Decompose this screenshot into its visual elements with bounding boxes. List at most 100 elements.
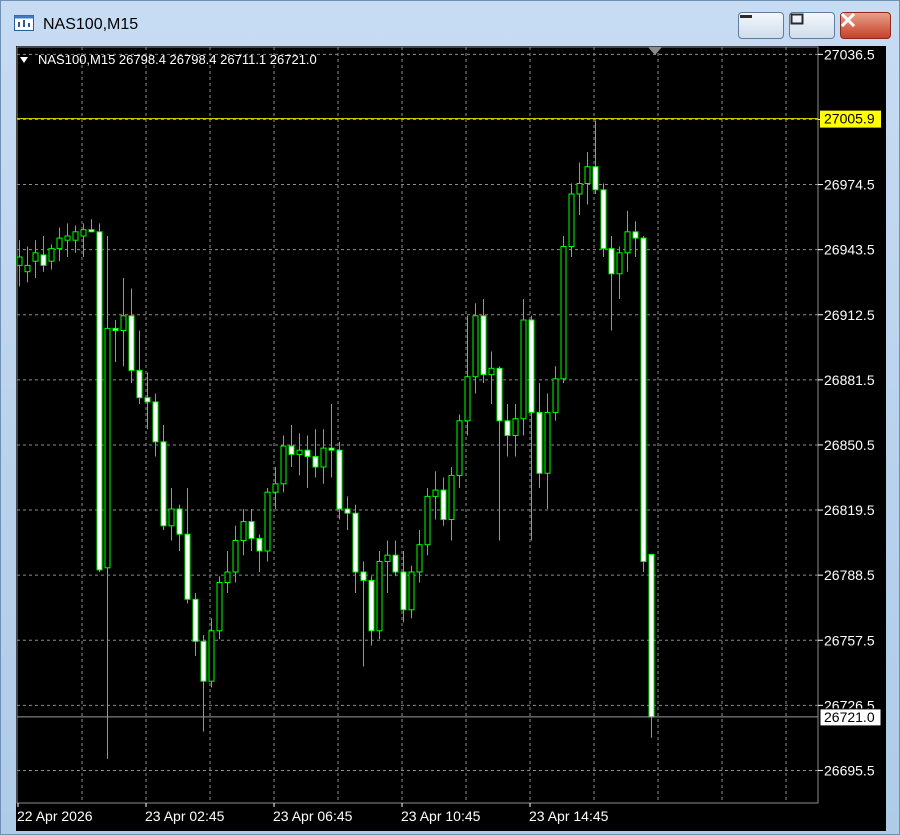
candle-body-bear bbox=[632, 231, 639, 239]
candle bbox=[24, 246, 31, 283]
candle-body-bear bbox=[144, 397, 151, 403]
candle bbox=[616, 246, 623, 299]
candle bbox=[384, 540, 391, 593]
symbol-ohlc-info: NAS100,M15 26798.4 26798.4 26711.1 26721… bbox=[38, 52, 317, 67]
candle-body-bear bbox=[360, 571, 367, 581]
candle bbox=[392, 540, 399, 577]
price-tick-label: 26757.5 bbox=[824, 632, 875, 648]
info-dropdown-icon[interactable] bbox=[20, 57, 28, 63]
candle bbox=[480, 299, 487, 383]
price-tick-label: 27036.5 bbox=[824, 46, 875, 62]
candle-body-bull bbox=[48, 248, 55, 262]
candle-body-bear bbox=[640, 237, 647, 562]
candle bbox=[128, 288, 135, 383]
candle-body-bull bbox=[472, 315, 479, 378]
candle bbox=[488, 351, 495, 404]
candle bbox=[240, 509, 247, 556]
candle-body-bull bbox=[24, 264, 31, 273]
title-bar[interactable]: NAS100,M15 bbox=[1, 1, 899, 41]
candle-body-bull bbox=[520, 319, 527, 420]
candle bbox=[32, 240, 39, 278]
candle-body-bull bbox=[616, 252, 623, 275]
candle bbox=[208, 618, 215, 688]
candle-body-bear bbox=[312, 456, 319, 468]
candle-body-bull bbox=[576, 183, 583, 195]
candle-body-bear bbox=[440, 489, 447, 521]
candle-body-bear bbox=[200, 640, 207, 682]
candle bbox=[120, 278, 127, 367]
candle-body-bear bbox=[184, 533, 191, 600]
candle-body-bear bbox=[288, 445, 295, 455]
candle bbox=[600, 183, 607, 257]
candle bbox=[368, 576, 375, 646]
candle bbox=[88, 219, 95, 233]
candle-body-bear bbox=[256, 537, 263, 552]
chart-grid bbox=[16, 46, 819, 804]
candle-body-bear bbox=[192, 598, 199, 642]
candle bbox=[544, 393, 551, 509]
candle-body-bear bbox=[136, 369, 143, 399]
candle-body-bull bbox=[376, 561, 383, 632]
candle bbox=[288, 425, 295, 467]
candle-body-bull bbox=[384, 554, 391, 563]
candle bbox=[456, 414, 463, 488]
maximize-icon bbox=[790, 13, 804, 25]
plot-border bbox=[16, 46, 819, 804]
maximize-button[interactable] bbox=[789, 12, 835, 39]
candle bbox=[576, 162, 583, 215]
candle-body-bull bbox=[104, 327, 111, 569]
candle-body-bull bbox=[272, 483, 279, 493]
candle bbox=[336, 441, 343, 520]
candlestick-chart[interactable]: 27036.5 26974.5 26943.5 26912.5 26881.5 26850… bbox=[16, 46, 886, 831]
candle bbox=[248, 509, 255, 551]
candle bbox=[648, 553, 655, 738]
candle-body-bear bbox=[400, 571, 407, 611]
candle-body-bull bbox=[224, 571, 231, 583]
candle bbox=[264, 488, 271, 562]
candle bbox=[296, 433, 303, 476]
candle bbox=[504, 404, 511, 457]
chart-window-icon bbox=[14, 15, 34, 31]
candle bbox=[224, 551, 231, 593]
candle-body-bear bbox=[344, 508, 351, 514]
candle-body-bull bbox=[408, 571, 415, 611]
candle-body-bull bbox=[320, 447, 327, 468]
candle-body-bear bbox=[600, 189, 607, 250]
close-button[interactable] bbox=[840, 12, 891, 39]
candle bbox=[528, 315, 535, 541]
price-axis: 27036.5 26974.5 26943.5 26912.5 26881.5 26850… bbox=[818, 46, 875, 778]
candle bbox=[496, 366, 503, 541]
candle bbox=[624, 210, 631, 272]
candle-body-bear bbox=[112, 327, 119, 331]
candle bbox=[640, 236, 647, 572]
chart-shift-marker-icon[interactable] bbox=[648, 47, 662, 55]
candle bbox=[512, 404, 519, 457]
candle-body-bull bbox=[512, 418, 519, 437]
window-title: NAS100,M15 bbox=[43, 16, 139, 33]
candle bbox=[256, 534, 263, 572]
minimize-button[interactable] bbox=[738, 12, 784, 39]
candle-body-bull bbox=[72, 231, 79, 241]
price-tick-label: 26819.5 bbox=[824, 502, 875, 518]
ask-price-label: 27005.9 bbox=[824, 111, 875, 127]
candle bbox=[176, 504, 183, 551]
candle-body-bear bbox=[328, 447, 335, 451]
candle-body-bull bbox=[16, 256, 23, 266]
candle-body-bear bbox=[304, 449, 311, 458]
time-tick-label: 23 Apr 02:45 bbox=[145, 808, 225, 824]
candle bbox=[584, 152, 591, 205]
price-tick-label: 26850.5 bbox=[824, 437, 875, 453]
price-tick-label: 26695.5 bbox=[824, 762, 875, 778]
candle bbox=[160, 425, 167, 530]
candle-body-bull bbox=[464, 376, 471, 422]
candle-body-bear bbox=[480, 315, 487, 376]
candle-body-bull bbox=[280, 445, 287, 485]
candle-body-bull bbox=[64, 235, 71, 241]
chart-area[interactable]: 27036.5 26974.5 26943.5 26912.5 26881.5 26850… bbox=[16, 46, 886, 831]
candle-body-bear bbox=[648, 553, 655, 718]
candle-body-bull bbox=[456, 420, 463, 476]
candle-body-bull bbox=[560, 246, 567, 380]
candle bbox=[168, 488, 175, 541]
candle-body-bear bbox=[528, 319, 535, 413]
candle-body-bull bbox=[416, 544, 423, 573]
